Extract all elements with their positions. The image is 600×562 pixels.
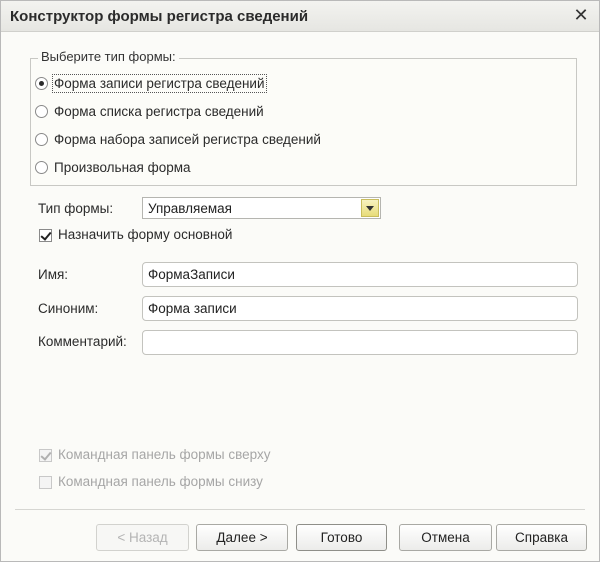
chevron-down-icon[interactable] bbox=[361, 199, 379, 217]
radio-button[interactable] bbox=[35, 160, 48, 174]
next-button[interactable]: Далее > bbox=[196, 524, 288, 551]
radio-label: Форма списка регистра сведений bbox=[54, 103, 264, 119]
footer-divider bbox=[15, 509, 585, 510]
radio-label: Форма набора записей регистра сведений bbox=[54, 131, 321, 147]
radio-button-selected[interactable] bbox=[35, 76, 48, 90]
form-kind-value: Управляемая bbox=[148, 201, 232, 216]
title-bar: Конструктор формы регистра сведений ✕ bbox=[1, 1, 599, 32]
form-constructor-dialog: Конструктор формы регистра сведений ✕ Вы… bbox=[0, 0, 600, 562]
form-type-group-legend: Выберите тип формы: bbox=[38, 49, 179, 64]
help-button[interactable]: Справка bbox=[496, 524, 587, 551]
synonym-label: Синоним: bbox=[38, 301, 99, 316]
radio-option-record-form[interactable]: Форма записи регистра сведений bbox=[35, 73, 267, 93]
radio-option-custom-form[interactable]: Произвольная форма bbox=[35, 157, 191, 177]
name-label: Имя: bbox=[38, 267, 69, 282]
command-panel-bottom-label: Командная панель формы снизу bbox=[58, 474, 263, 489]
command-panel-top-label: Командная панель формы сверху bbox=[58, 447, 271, 462]
set-main-checkbox[interactable] bbox=[39, 229, 52, 242]
command-panel-bottom-checkbox[interactable] bbox=[39, 476, 52, 489]
window-title: Конструктор формы регистра сведений bbox=[10, 8, 309, 25]
form-kind-label: Тип формы: bbox=[38, 201, 114, 216]
command-panel-top-checkbox[interactable] bbox=[39, 449, 52, 462]
back-button[interactable]: < Назад bbox=[96, 524, 189, 551]
name-input[interactable] bbox=[142, 262, 578, 287]
radio-label: Произвольная форма bbox=[54, 159, 191, 175]
radio-button[interactable] bbox=[35, 104, 48, 118]
radio-label: Форма записи регистра сведений bbox=[52, 73, 267, 93]
comment-label: Комментарий: bbox=[38, 334, 127, 349]
radio-option-recordset-form[interactable]: Форма набора записей регистра сведений bbox=[35, 129, 321, 149]
radio-button[interactable] bbox=[35, 132, 48, 146]
radio-option-list-form[interactable]: Форма списка регистра сведений bbox=[35, 101, 264, 121]
close-icon[interactable]: ✕ bbox=[571, 5, 591, 25]
set-main-label: Назначить форму основной bbox=[58, 227, 233, 242]
form-kind-select[interactable]: Управляемая bbox=[142, 197, 381, 219]
cancel-button[interactable]: Отмена bbox=[399, 524, 492, 551]
comment-input[interactable] bbox=[142, 330, 578, 355]
synonym-input[interactable] bbox=[142, 296, 578, 321]
done-button[interactable]: Готово bbox=[296, 524, 387, 551]
